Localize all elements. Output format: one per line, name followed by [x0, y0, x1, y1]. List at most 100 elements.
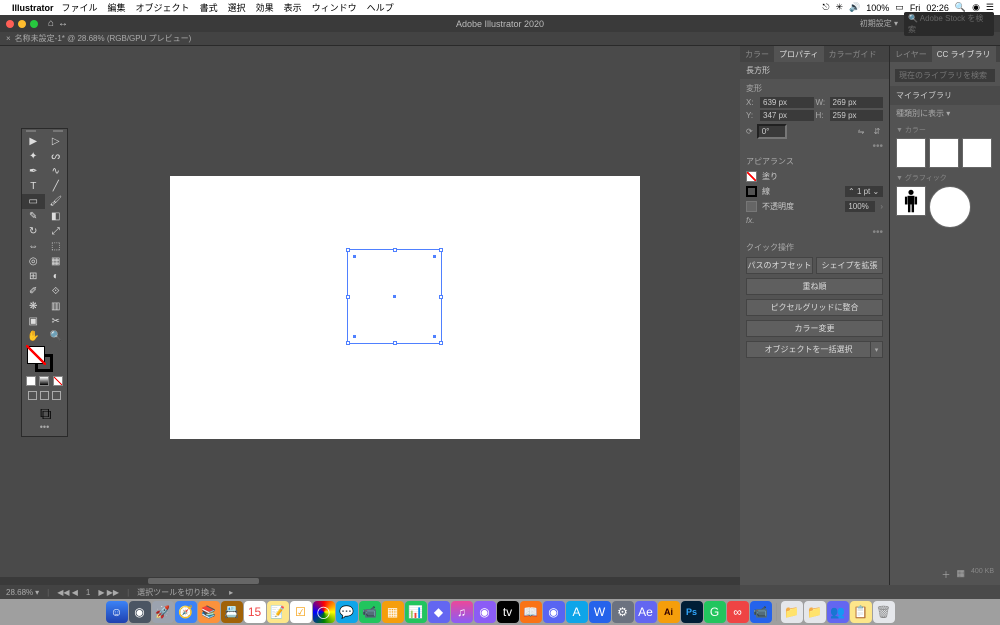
library-search[interactable] — [895, 69, 995, 82]
menu-file[interactable]: ファイル — [62, 1, 98, 14]
home-icon[interactable]: ⌂ — [48, 18, 54, 29]
h-field[interactable] — [830, 110, 884, 121]
hand-tool[interactable]: ✋ — [22, 329, 45, 344]
tab-properties[interactable]: プロパティ — [774, 46, 824, 62]
shaper-tool[interactable]: ✎ — [22, 209, 45, 224]
lib-lib-icon[interactable]: ▦ — [957, 568, 966, 581]
btn-expand-shape[interactable]: シェイプを拡張 — [816, 257, 883, 274]
fill-stroke-swatches[interactable] — [22, 344, 67, 374]
transform-more[interactable]: ••• — [740, 141, 889, 152]
resize-handle-ml[interactable] — [346, 295, 350, 299]
dock-keynote[interactable]: ▦ — [382, 601, 404, 623]
selected-rectangle[interactable] — [347, 249, 442, 344]
rotate-field[interactable] — [757, 124, 787, 139]
dock-app1[interactable]: ◆ — [428, 601, 450, 623]
menu-view[interactable]: 表示 — [284, 1, 302, 14]
anchor-br[interactable] — [433, 335, 436, 338]
resize-handle-tr[interactable] — [439, 248, 443, 252]
btn-global-select-dd[interactable]: ▾ — [871, 341, 883, 358]
btn-align-pixel[interactable]: ピクセルグリッドに整合 — [746, 299, 883, 316]
dock-grammarly[interactable]: G — [704, 601, 726, 623]
window-zoom[interactable] — [30, 20, 38, 28]
document-tab[interactable]: 名称未設定-1* @ 28.68% (RGB/GPU プレビュー) — [15, 33, 192, 44]
opacity-value[interactable]: 100% — [845, 201, 875, 212]
fill-swatch[interactable] — [27, 346, 45, 364]
library-sort[interactable]: 種類別に表示 ▾ — [890, 105, 1000, 122]
artboard-nav-prev[interactable]: ◀◀ ◀ — [57, 588, 78, 597]
dock-word[interactable]: W — [589, 601, 611, 623]
dock-launchpad[interactable]: 🚀 — [152, 601, 174, 623]
color-mode-swatch[interactable] — [26, 376, 36, 386]
scrollbar-thumb[interactable] — [148, 578, 259, 584]
opacity-more[interactable]: › — [880, 202, 883, 211]
rectangle-tool[interactable]: ▭ — [22, 194, 45, 209]
none-mode-swatch[interactable] — [53, 376, 63, 386]
dock-ibooks[interactable]: 📖 — [520, 601, 542, 623]
w-field[interactable] — [830, 97, 884, 108]
anchor-tl[interactable] — [353, 255, 356, 258]
dock-chrome[interactable]: ◯ — [313, 601, 335, 623]
stroke-weight[interactable]: ⌃ 1 pt ⌄ — [845, 186, 883, 197]
dock-reminders[interactable]: ☑ — [290, 601, 312, 623]
lib-section-colors[interactable]: ▼ カラー — [890, 122, 1000, 136]
curvature-tool[interactable]: ∿ — [45, 164, 68, 179]
resize-handle-br[interactable] — [439, 341, 443, 345]
tab-layers[interactable]: レイヤー — [890, 46, 932, 62]
artboard-number[interactable]: 1 — [86, 588, 90, 597]
eraser-tool[interactable]: ◧ — [45, 209, 68, 224]
tab-close-icon[interactable]: × — [6, 34, 11, 43]
volume-icon[interactable]: 🔊 — [849, 2, 860, 13]
btn-global-select[interactable]: オブジェクトを一括選択 — [746, 341, 871, 358]
tab-cc-library[interactable]: CC ライブラリ — [932, 46, 996, 62]
dock-folder2[interactable]: 📁 — [804, 601, 826, 623]
scale-tool[interactable]: ⤢ — [45, 224, 68, 239]
draw-inside[interactable] — [52, 391, 61, 400]
lib-color-3[interactable] — [962, 138, 992, 168]
pen-tool[interactable]: ✒ — [22, 164, 45, 179]
draw-normal[interactable] — [28, 391, 37, 400]
graph-tool[interactable]: ▥ — [45, 299, 68, 314]
slice-tool[interactable]: ✂ — [45, 314, 68, 329]
flip-horizontal[interactable]: ⇋ — [855, 126, 867, 138]
dock-illustrator[interactable]: Ai — [658, 601, 680, 623]
lib-graphic-person[interactable] — [896, 186, 926, 216]
appearance-more[interactable]: ••• — [740, 227, 889, 238]
library-title[interactable]: マイライブラリ — [890, 86, 1000, 105]
lib-color-1[interactable] — [896, 138, 926, 168]
screen-mode-icon[interactable]: ⧉ — [40, 406, 49, 415]
symbol-sprayer-tool[interactable]: ❋ — [22, 299, 45, 314]
resize-handle-bm[interactable] — [393, 341, 397, 345]
dock-teams[interactable]: 👥 — [827, 601, 849, 623]
menu-edit[interactable]: 編集 — [108, 1, 126, 14]
blend-tool[interactable]: ⟐ — [45, 284, 68, 299]
fx-row[interactable]: fx. — [740, 214, 889, 227]
gradient-tool[interactable]: ◐ — [45, 269, 68, 284]
bluetooth-icon[interactable]: ⎋ — [822, 2, 829, 13]
menu-type[interactable]: 書式 — [200, 1, 218, 14]
dock-notes[interactable]: 📝 — [267, 601, 289, 623]
lib-section-graphics[interactable]: ▼ グラフィック — [890, 170, 1000, 184]
gradient-mode-swatch[interactable] — [39, 376, 49, 386]
menu-select[interactable]: 選択 — [228, 1, 246, 14]
adobe-stock-search[interactable]: 🔍 Adobe Stock を検索 — [904, 12, 994, 36]
wifi-icon[interactable]: ✳ — [836, 2, 844, 13]
resize-handle-tm[interactable] — [393, 248, 397, 252]
dock-folder1[interactable]: 📁 — [781, 601, 803, 623]
perspective-tool[interactable]: ▦ — [45, 254, 68, 269]
dock-calendar[interactable]: 15 — [244, 601, 266, 623]
arrange-docs-icon[interactable]: ↔ — [58, 18, 68, 29]
selection-tool[interactable]: ▶ — [22, 134, 45, 149]
lasso-tool[interactable]: ᔕ — [45, 149, 68, 164]
menu-effect[interactable]: 効果 — [256, 1, 274, 14]
tool-hint-more[interactable]: ▸ — [229, 588, 233, 597]
btn-recolor[interactable]: カラー変更 — [746, 320, 883, 337]
horizontal-scrollbar[interactable] — [0, 577, 740, 585]
artboard-tool[interactable]: ▣ — [22, 314, 45, 329]
opacity-swatch[interactable] — [746, 201, 757, 212]
resize-handle-bl[interactable] — [346, 341, 350, 345]
eyedropper-tool[interactable]: ✐ — [22, 284, 45, 299]
magic-wand-tool[interactable]: ✦ — [22, 149, 45, 164]
dock-discord[interactable]: ◉ — [543, 601, 565, 623]
paintbrush-tool[interactable]: 🖌 — [45, 194, 68, 209]
workspace-mode[interactable]: 初期設定 ▾ — [860, 18, 898, 29]
